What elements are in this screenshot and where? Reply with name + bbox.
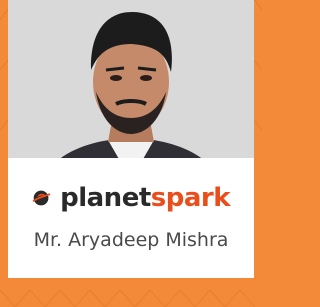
person-name: Mr. Aryadeep Mishra <box>33 229 229 251</box>
brand-wordmark-part2: spark <box>150 183 231 213</box>
brand-wordmark-part1: planet <box>60 183 151 213</box>
brand-wordmark: planetspark <box>60 185 230 211</box>
profile-frame: planetspark Mr. Aryadeep Mishra <box>0 0 262 307</box>
brand-logo: planetspark <box>30 168 231 228</box>
planet-logo-icon <box>32 190 51 206</box>
